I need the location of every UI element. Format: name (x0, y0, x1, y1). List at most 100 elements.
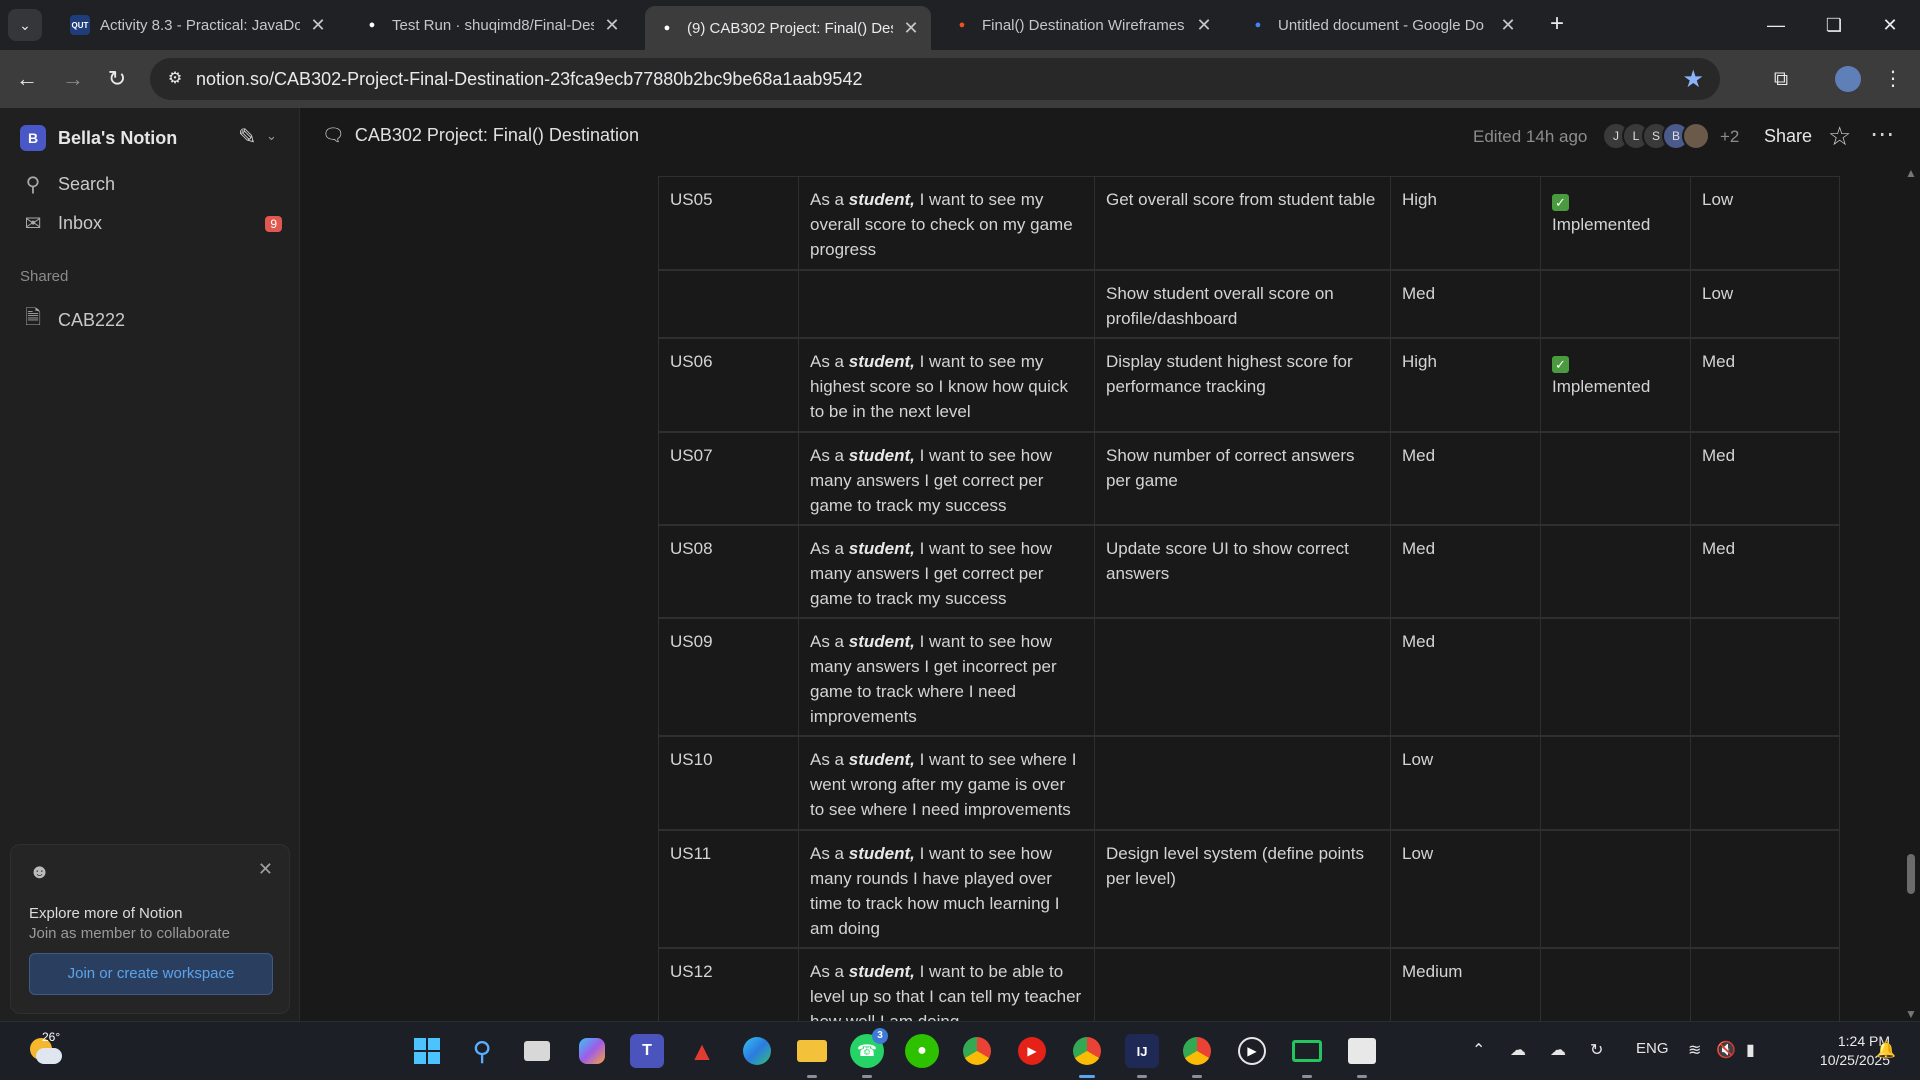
tab-close-icon[interactable]: ✕ (602, 15, 622, 36)
snipping-app[interactable] (1345, 1034, 1379, 1078)
status-cell[interactable] (1541, 433, 1691, 524)
chrome-alt-app[interactable] (1180, 1034, 1214, 1078)
user-story-cell[interactable]: As a student, I want to see where I went… (799, 737, 1095, 829)
profile-avatar[interactable] (1835, 66, 1861, 92)
back-button[interactable]: ← (12, 64, 42, 94)
weather-widget[interactable]: 26° (26, 1030, 62, 1068)
table-row[interactable]: US08 As a student, I want to see how many… (658, 525, 1840, 618)
chevron-down-icon[interactable]: ⌄ (266, 128, 277, 144)
copilot-app[interactable] (575, 1034, 609, 1068)
story-id-cell[interactable]: US09 (658, 619, 799, 735)
effort-cell[interactable]: Low (1691, 177, 1840, 269)
table-row[interactable]: US10 As a student, I want to see where I … (658, 736, 1840, 830)
story-id-cell[interactable]: US12 (658, 949, 799, 1021)
new-page-icon[interactable]: ✎ (238, 124, 256, 150)
user-story-cell[interactable]: As a student, I want to be able to level… (799, 949, 1095, 1021)
priority-cell[interactable]: Med (1391, 526, 1541, 617)
effort-cell[interactable]: Low (1691, 271, 1840, 337)
task-cell[interactable]: Get overall score from student table (1095, 177, 1391, 269)
tab-search-dropdown-button[interactable]: ⌄ (8, 9, 42, 41)
autodesk-app[interactable]: ▲ (685, 1034, 719, 1068)
taskbar-search[interactable]: ⚲ (465, 1034, 499, 1068)
effort-cell[interactable]: Med (1691, 339, 1840, 431)
user-story-cell[interactable]: As a student, I want to see how many ans… (799, 619, 1095, 735)
intellij-app[interactable]: IJ (1125, 1034, 1159, 1078)
site-info-icon[interactable]: ⚙ (162, 66, 188, 92)
chrome-profile-app[interactable] (1070, 1034, 1104, 1078)
reload-button[interactable]: ↻ (102, 64, 132, 94)
effort-cell[interactable]: Med (1691, 526, 1840, 617)
priority-cell[interactable]: Med (1391, 271, 1541, 337)
browser-tab[interactable]: ● Final() Destination Wireframes - ✕ (940, 7, 1224, 43)
tab-close-icon[interactable]: ✕ (308, 15, 328, 36)
table-row[interactable]: US06 As a student, I want to see my highe… (658, 338, 1840, 432)
story-id-cell[interactable]: US11 (658, 831, 799, 947)
status-cell[interactable] (1541, 619, 1691, 735)
table-row[interactable]: US12 As a student, I want to be able to l… (658, 948, 1840, 1021)
tab-close-icon[interactable]: ✕ (1194, 15, 1214, 36)
system-clock[interactable]: 1:24 PM 10/25/2025 (1786, 1032, 1890, 1070)
youtube-music-app[interactable]: ▶ (1015, 1034, 1049, 1068)
user-story-cell[interactable] (799, 271, 1095, 337)
user-story-cell[interactable]: As a student, I want to see how many ans… (799, 526, 1095, 617)
scroll-up-icon[interactable]: ▲ (1905, 166, 1917, 180)
wechat-app[interactable]: ● (905, 1034, 939, 1068)
story-id-cell[interactable] (658, 271, 799, 337)
browser-tab[interactable]: ● Untitled document - Google Do ✕ (1236, 7, 1528, 43)
address-url[interactable]: notion.so/CAB302-Project-Final-Destinati… (196, 69, 862, 90)
task-cell[interactable] (1095, 619, 1391, 735)
collaborator-avatars[interactable]: JLSB (1602, 122, 1710, 150)
whatsapp-app[interactable]: ☎ 3 (850, 1028, 888, 1078)
join-workspace-button[interactable]: Join or create workspace (29, 953, 273, 995)
sidebar-item-search[interactable]: ⚲ Search (20, 172, 282, 197)
task-view-button[interactable] (520, 1034, 554, 1068)
breadcrumb[interactable]: 🗨 CAB302 Project: Final() Destination (322, 125, 639, 146)
start-button[interactable] (410, 1034, 444, 1068)
tab-close-icon[interactable]: ✕ (901, 18, 921, 39)
notification-bell-icon[interactable]: 🔔 (1876, 1040, 1896, 1060)
priority-cell[interactable]: Low (1391, 737, 1541, 829)
table-row[interactable]: US09 As a student, I want to see how many… (658, 618, 1840, 736)
task-cell[interactable]: Show student overall score on profile/da… (1095, 271, 1391, 337)
priority-cell[interactable]: Medium (1391, 949, 1541, 1021)
more-options-icon[interactable]: ⋯ (1870, 120, 1895, 149)
effort-cell[interactable]: Med (1691, 433, 1840, 524)
status-cell[interactable]: ✓ Implemented (1541, 177, 1691, 269)
status-cell[interactable] (1541, 737, 1691, 829)
task-cell[interactable]: Show number of correct answers per game (1095, 433, 1391, 524)
chrome-app[interactable] (960, 1034, 994, 1068)
effort-cell[interactable] (1691, 737, 1840, 829)
status-cell[interactable] (1541, 949, 1691, 1021)
edge-app[interactable] (740, 1034, 774, 1068)
browser-tab[interactable]: ● (9) CAB302 Project: Final() Desti ✕ (645, 6, 931, 50)
status-cell[interactable]: ✓ Implemented (1541, 339, 1691, 431)
priority-cell[interactable]: Med (1391, 433, 1541, 524)
story-id-cell[interactable]: US06 (658, 339, 799, 431)
onedrive-icon[interactable]: ☁ (1510, 1040, 1526, 1060)
table-row[interactable]: US05 As a student, I want to see my overa… (658, 176, 1840, 270)
scroll-down-icon[interactable]: ▼ (1905, 1007, 1917, 1021)
priority-cell[interactable]: Med (1391, 619, 1541, 735)
user-story-cell[interactable]: As a student, I want to see how many rou… (799, 831, 1095, 947)
table-row[interactable]: US07 As a student, I want to see how many… (658, 432, 1840, 525)
cloud-sync-icon[interactable]: ☁ (1550, 1040, 1566, 1060)
task-cell[interactable]: Design level system (define points per l… (1095, 831, 1391, 947)
sync-icon[interactable]: ↻ (1590, 1040, 1603, 1060)
language-indicator[interactable]: ENG (1636, 1040, 1669, 1057)
bookmark-star-icon[interactable]: ★ (1682, 65, 1704, 94)
status-cell[interactable] (1541, 271, 1691, 337)
priority-cell[interactable]: High (1391, 339, 1541, 431)
share-button[interactable]: Share (1764, 126, 1812, 147)
browser-tab[interactable]: ● Test Run · shuqimd8/Final-Destin ✕ (350, 7, 632, 43)
table-row[interactable]: US11 As a student, I want to see how many… (658, 830, 1840, 948)
story-id-cell[interactable]: US08 (658, 526, 799, 617)
wifi-icon[interactable]: ≋ (1688, 1040, 1701, 1060)
status-cell[interactable] (1541, 831, 1691, 947)
effort-cell[interactable] (1691, 831, 1840, 947)
close-icon[interactable]: ✕ (258, 859, 273, 880)
scrollbar-thumb[interactable] (1907, 854, 1915, 894)
story-id-cell[interactable]: US07 (658, 433, 799, 524)
task-cell[interactable]: Display student highest score for perfor… (1095, 339, 1391, 431)
media-player-app[interactable]: ▶ (1235, 1034, 1269, 1068)
forward-button[interactable]: → (58, 64, 88, 94)
